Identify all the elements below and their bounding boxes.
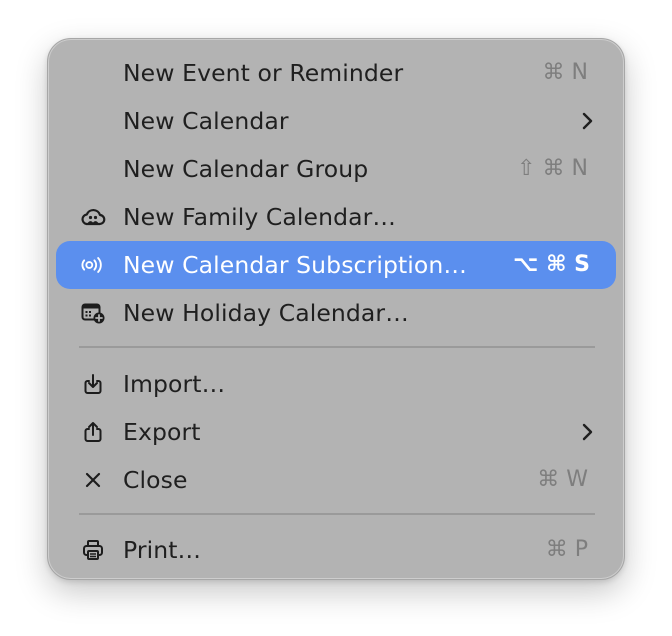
menu-item-label: New Holiday Calendar… bbox=[123, 299, 409, 327]
file-menu: New Event or Reminder ⌘ N New Calendar N… bbox=[47, 38, 625, 580]
menu-item-label: Close bbox=[123, 466, 188, 494]
menu-item-new-calendar-group[interactable]: New Calendar Group ⇧ ⌘ N bbox=[56, 145, 616, 193]
menu-item-new-calendar[interactable]: New Calendar bbox=[56, 97, 616, 145]
keyboard-shortcut: ⌘ N bbox=[542, 60, 588, 85]
import-icon bbox=[80, 372, 106, 396]
menu-item-label: New Calendar bbox=[123, 107, 289, 135]
menu-item-new-holiday-calendar[interactable]: New Holiday Calendar… bbox=[56, 289, 616, 337]
chevron-right-icon bbox=[580, 111, 594, 131]
chevron-right-icon bbox=[580, 422, 594, 442]
menu-separator bbox=[79, 513, 595, 515]
menu-separator bbox=[79, 346, 595, 348]
menu-item-print[interactable]: Print… ⌘ P bbox=[56, 526, 616, 574]
menu-item-label: New Calendar Subscription… bbox=[123, 251, 467, 279]
menu-item-label: Print… bbox=[123, 536, 202, 564]
menu-item-close[interactable]: Close ⌘ W bbox=[56, 456, 616, 504]
printer-icon bbox=[80, 538, 106, 562]
broadcast-icon bbox=[80, 253, 106, 277]
menu-item-label: Export bbox=[123, 418, 201, 446]
menu-item-new-family-calendar[interactable]: New Family Calendar… bbox=[56, 193, 616, 241]
close-icon bbox=[80, 468, 106, 492]
menu-item-new-calendar-subscription[interactable]: New Calendar Subscription… ⌥ ⌘ S bbox=[56, 241, 616, 289]
menu-item-label: New Family Calendar… bbox=[123, 203, 396, 231]
share-icon bbox=[80, 420, 106, 444]
menu-item-new-event[interactable]: New Event or Reminder ⌘ N bbox=[56, 49, 616, 97]
keyboard-shortcut: ⌘ W bbox=[537, 467, 588, 492]
cloud-people-icon bbox=[80, 205, 106, 229]
menu-item-import[interactable]: Import… bbox=[56, 360, 616, 408]
menu-item-label: Import… bbox=[123, 370, 226, 398]
calendar-add-icon bbox=[80, 301, 106, 325]
keyboard-shortcut: ⌘ P bbox=[545, 537, 588, 562]
keyboard-shortcut: ⌥ ⌘ S bbox=[513, 252, 590, 277]
keyboard-shortcut: ⇧ ⌘ N bbox=[517, 156, 588, 181]
menu-item-export[interactable]: Export bbox=[56, 408, 616, 456]
menu-item-label: New Event or Reminder bbox=[123, 59, 404, 87]
menu-item-label: New Calendar Group bbox=[123, 155, 369, 183]
